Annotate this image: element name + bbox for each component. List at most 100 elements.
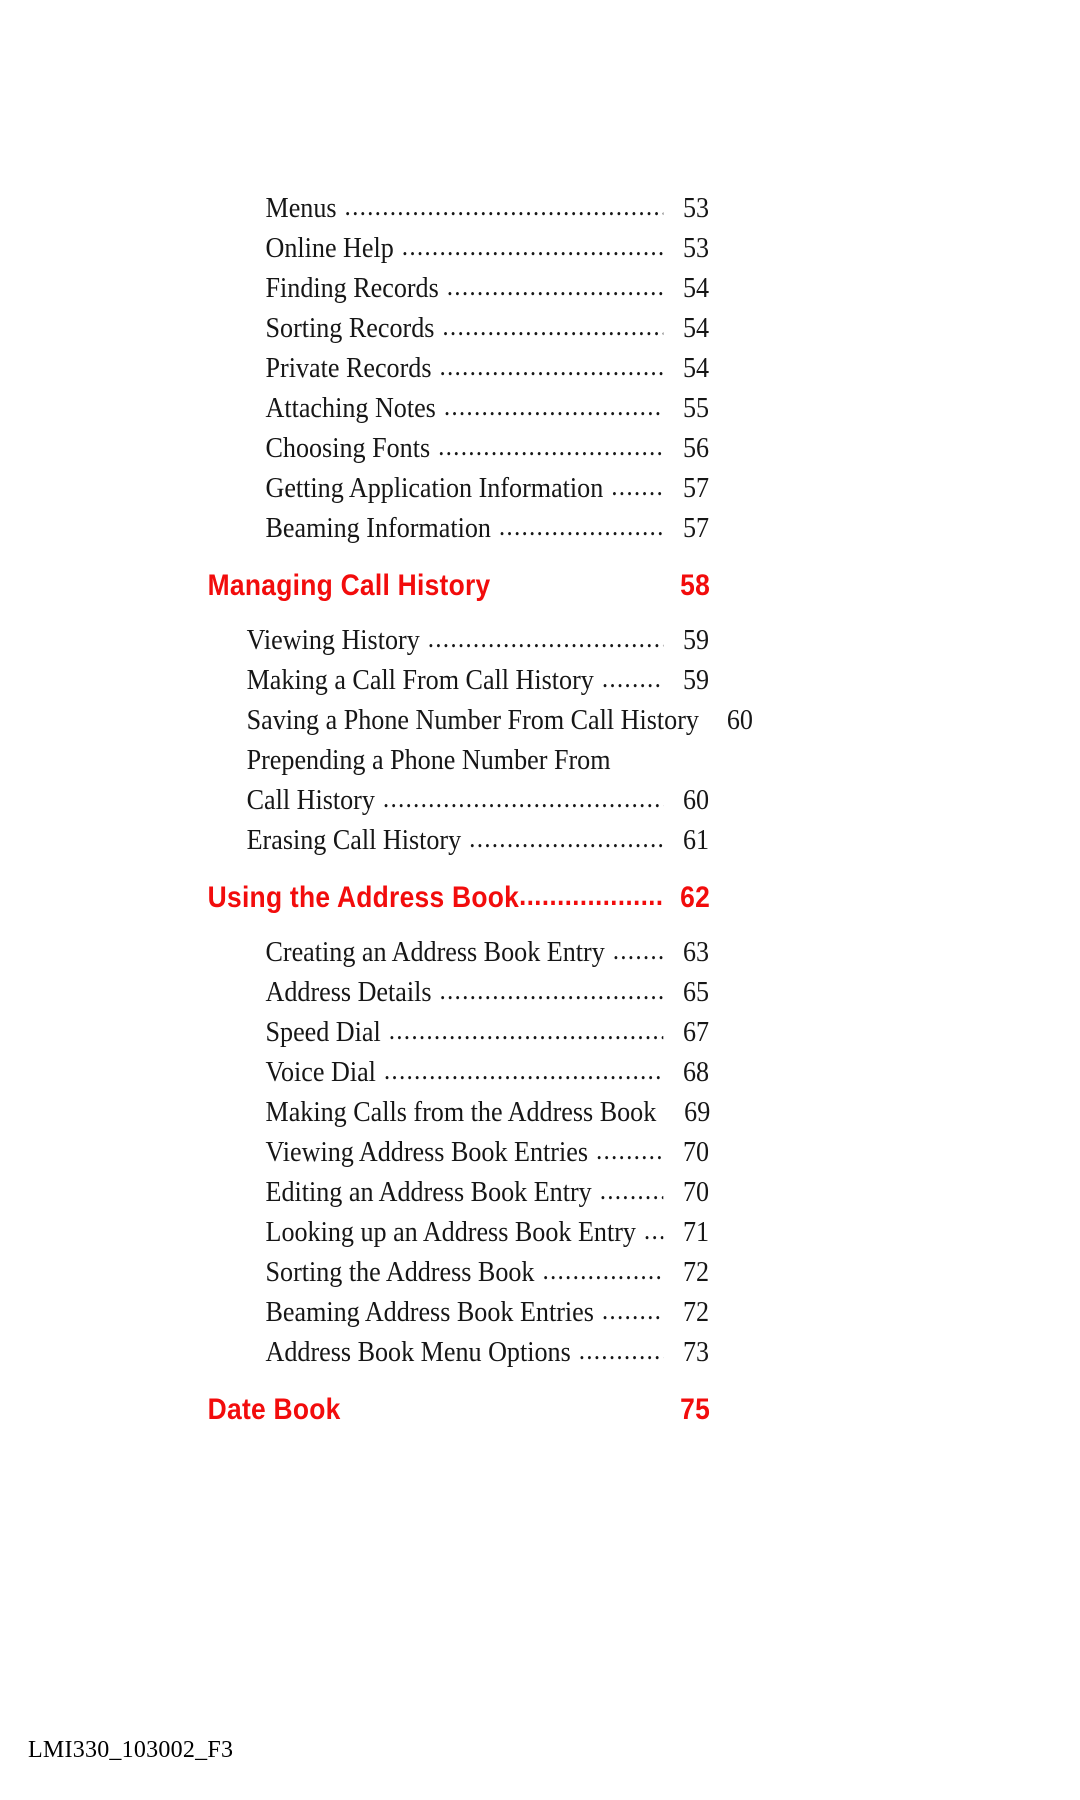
toc-entry-page-number: 65: [682, 976, 710, 1008]
toc-entry-label: Menus: [265, 192, 337, 224]
toc-entry[interactable]: Private Records.........................…: [0, 348, 1080, 388]
toc-entry-label: Sorting Records: [265, 312, 435, 344]
toc-entry[interactable]: Finding Records.........................…: [0, 268, 1080, 308]
dot-leader: ........................................…: [578, 1335, 663, 1365]
toc-entry[interactable]: Viewing Address Book Entries............…: [0, 1132, 1080, 1172]
toc-entry[interactable]: Sorting the Address Book................…: [0, 1252, 1080, 1292]
toc-entry-label: Getting Application Information: [265, 472, 604, 504]
toc-entry[interactable]: Speed Dial..............................…: [0, 1012, 1080, 1052]
toc-entry-label: Private Records: [265, 352, 432, 384]
toc-entry[interactable]: Creating an Address Book Entry..........…: [0, 932, 1080, 972]
toc-entry-page-number: 57: [682, 472, 710, 504]
toc-entry[interactable]: Address Book Menu Options...............…: [0, 1332, 1080, 1372]
toc-section-page-number: 62: [680, 881, 711, 914]
dot-leader: ........................................…: [427, 623, 663, 653]
toc-entry[interactable]: Voice Dial..............................…: [0, 1052, 1080, 1092]
toc-entry-label: Creating an Address Book Entry: [265, 936, 605, 968]
toc-entry[interactable]: Call History............................…: [0, 780, 1080, 820]
toc-entry-group: Menus...................................…: [0, 188, 1080, 548]
toc-entry-label: Beaming Address Book Entries: [265, 1296, 594, 1328]
toc-entry[interactable]: Beaming Address Book Entries............…: [0, 1292, 1080, 1332]
toc-entry-label: Call History: [246, 784, 375, 816]
toc-entry-page-number: 68: [682, 1056, 710, 1088]
dot-leader: ........................................…: [439, 351, 664, 381]
toc-entry-page-number: 60: [682, 784, 710, 816]
toc-entry-page-number: 57: [682, 512, 710, 544]
toc-entry[interactable]: Prepending a Phone Number From..........…: [0, 740, 1080, 780]
toc-entry[interactable]: Looking up an Address Book Entry........…: [0, 1212, 1080, 1252]
toc-entry-page-number: 70: [682, 1176, 710, 1208]
toc-entry[interactable]: Address Details.........................…: [0, 972, 1080, 1012]
toc-entry-label: Making Calls from the Address Book: [265, 1096, 657, 1128]
toc-section-heading[interactable]: Managing Call History...................…: [0, 560, 1080, 612]
dot-leader: ........................................…: [612, 935, 663, 965]
toc-entry-page-number: 55: [682, 392, 710, 424]
toc-section-heading-label: Using the Address Book: [207, 881, 520, 914]
dot-leader: ........................................…: [499, 511, 663, 541]
dot-leader: ........................................…: [439, 975, 664, 1005]
toc-entry[interactable]: Getting Application Information.........…: [0, 468, 1080, 508]
toc-entry-label: Choosing Fonts: [265, 432, 431, 464]
toc-section-heading[interactable]: Date Book...............................…: [0, 1384, 1080, 1436]
toc-entry-page-number: 72: [682, 1296, 710, 1328]
toc-entry-label: Saving a Phone Number From Call History: [246, 704, 699, 736]
toc-entry-page-number: 71: [682, 1216, 710, 1248]
toc-entry[interactable]: Viewing History.........................…: [0, 620, 1080, 660]
dot-leader: ........................................…: [344, 191, 664, 221]
dot-leader: ........................................…: [401, 231, 663, 261]
dot-leader: ........................................…: [601, 663, 663, 693]
dot-leader: ........................................…: [384, 1055, 663, 1085]
toc-entry-page-number: 67: [682, 1016, 710, 1048]
toc-entry-label: Address Details: [265, 976, 432, 1008]
dot-leader: ........................................…: [542, 1255, 664, 1285]
toc-entry-page-number: 61: [682, 824, 710, 856]
toc-entry[interactable]: Erasing Call History....................…: [0, 820, 1080, 860]
toc-entry[interactable]: Making Calls from the Address Book......…: [0, 1092, 1080, 1132]
dot-leader: ........................................…: [599, 1175, 663, 1205]
toc-entry-label: Speed Dial: [265, 1016, 381, 1048]
toc-entry[interactable]: Choosing Fonts..........................…: [0, 428, 1080, 468]
toc-entry-label: Beaming Information: [265, 512, 491, 544]
toc-entry-page-number: 59: [682, 624, 710, 656]
table-of-contents: Menus...................................…: [0, 0, 1080, 1444]
toc-entry-page-number: 69: [684, 1096, 711, 1128]
toc-section-heading-label: Date Book: [207, 1393, 341, 1426]
dot-leader: ........................................…: [596, 1135, 664, 1165]
toc-entry[interactable]: Menus...................................…: [0, 188, 1080, 228]
toc-entry[interactable]: Editing an Address Book Entry...........…: [0, 1172, 1080, 1212]
toc-entry-label: Voice Dial: [265, 1056, 376, 1088]
toc-entry[interactable]: Saving a Phone Number From Call History.…: [0, 700, 1080, 740]
toc-entry-label: Online Help: [265, 232, 394, 264]
dot-leader: ........................................…: [443, 391, 663, 421]
toc-entry-label: Looking up an Address Book Entry: [265, 1216, 636, 1248]
toc-section-page-number: 75: [680, 1393, 711, 1426]
toc-entry-label: Finding Records: [265, 272, 439, 304]
dot-leader: ........................................…: [442, 311, 664, 341]
toc-section-heading-label: Managing Call History: [207, 569, 491, 602]
toc-entry-label: Attaching Notes: [265, 392, 436, 424]
toc-entry[interactable]: Sorting Records.........................…: [0, 308, 1080, 348]
toc-entry-group: Viewing History.........................…: [0, 620, 1080, 860]
dot-leader: ........................................…: [644, 1215, 663, 1245]
toc-section-heading[interactable]: Using the Address Book..................…: [0, 872, 1080, 924]
toc-entry-page-number: 73: [682, 1336, 710, 1368]
toc-entry[interactable]: Online Help.............................…: [0, 228, 1080, 268]
toc-entry-group: Creating an Address Book Entry..........…: [0, 932, 1080, 1372]
toc-entry-page-number: 54: [682, 272, 710, 304]
toc-section-page-number: 58: [680, 569, 711, 602]
toc-entry-page-number: 59: [682, 664, 710, 696]
toc-entry[interactable]: Making a Call From Call History.........…: [0, 660, 1080, 700]
dot-leader: ........................................…: [519, 880, 662, 912]
toc-entry[interactable]: Attaching Notes.........................…: [0, 388, 1080, 428]
toc-entry-label: Prepending a Phone Number From: [246, 744, 611, 776]
toc-entry-label: Sorting the Address Book: [265, 1256, 535, 1288]
toc-entry-page-number: 53: [682, 192, 710, 224]
toc-entry-label: Editing an Address Book Entry: [265, 1176, 592, 1208]
toc-entry-label: Address Book Menu Options: [265, 1336, 571, 1368]
dot-leader: ........................................…: [438, 431, 664, 461]
toc-entry-page-number: 60: [726, 704, 753, 736]
toc-entry[interactable]: Beaming Information.....................…: [0, 508, 1080, 548]
